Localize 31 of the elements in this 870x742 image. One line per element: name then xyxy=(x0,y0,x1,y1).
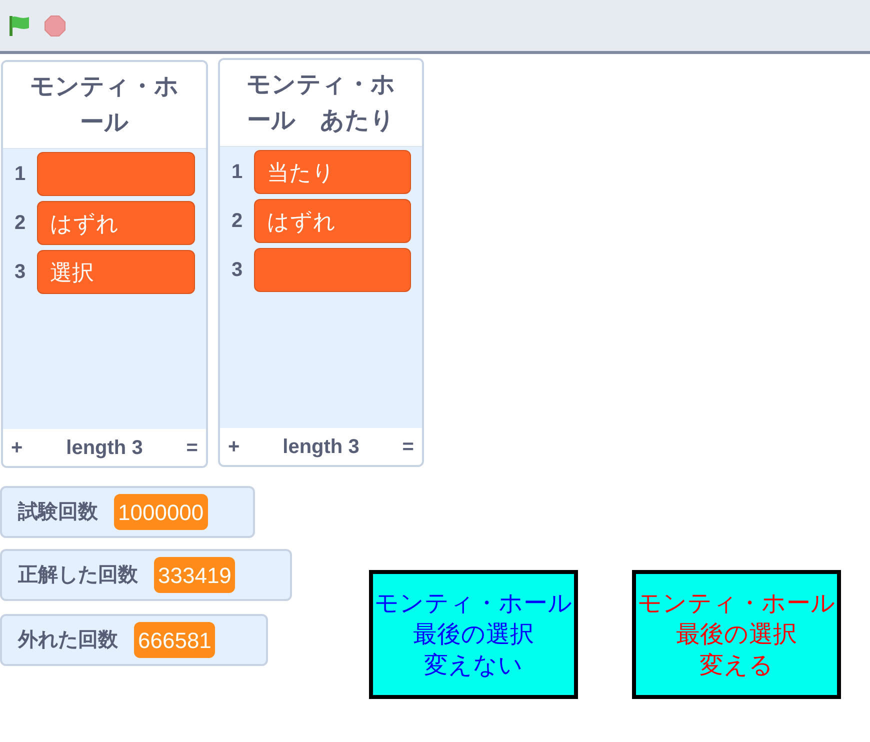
list-length: length 3 xyxy=(282,434,360,460)
item-index: 2 xyxy=(13,211,27,236)
list-item[interactable] xyxy=(254,248,411,292)
list-length: length 3 xyxy=(66,436,143,460)
item-index: 1 xyxy=(13,162,27,187)
list-item[interactable] xyxy=(37,152,195,196)
list-title: モンティ・ホール xyxy=(29,72,180,138)
add-item-button[interactable]: + xyxy=(11,432,23,462)
button-text: モンティ・ホール xyxy=(638,589,836,619)
list-title: モンティ・ホール あたり xyxy=(246,70,396,136)
button-text: 最後の選択 xyxy=(413,620,534,650)
variable-label: 正解した回数 xyxy=(18,563,138,588)
variable-label: 外れた回数 xyxy=(18,628,118,653)
flag-icon[interactable] xyxy=(8,14,32,36)
variable-value: 1000000 xyxy=(114,494,208,530)
stop-icon[interactable] xyxy=(44,14,66,36)
variable-value: 333419 xyxy=(154,557,236,593)
item-index: 1 xyxy=(230,160,244,185)
sprite-button[interactable]: モンティ・ホール 最後の選択 変えない xyxy=(369,570,578,699)
button-text: 変えない xyxy=(424,651,523,681)
resize-handle[interactable]: = xyxy=(402,432,414,462)
variable-value: 666581 xyxy=(134,622,216,658)
button-text: 変える xyxy=(700,651,774,681)
item-index: 2 xyxy=(230,209,244,234)
variable-label: 試験回数 xyxy=(18,500,98,525)
item-index: 3 xyxy=(13,260,27,285)
button-text: 最後の選択 xyxy=(676,620,797,650)
resize-handle[interactable]: = xyxy=(186,432,198,462)
item-index: 3 xyxy=(230,258,244,283)
add-item-button[interactable]: + xyxy=(228,432,240,462)
button-text: モンティ・ホール xyxy=(374,589,572,619)
